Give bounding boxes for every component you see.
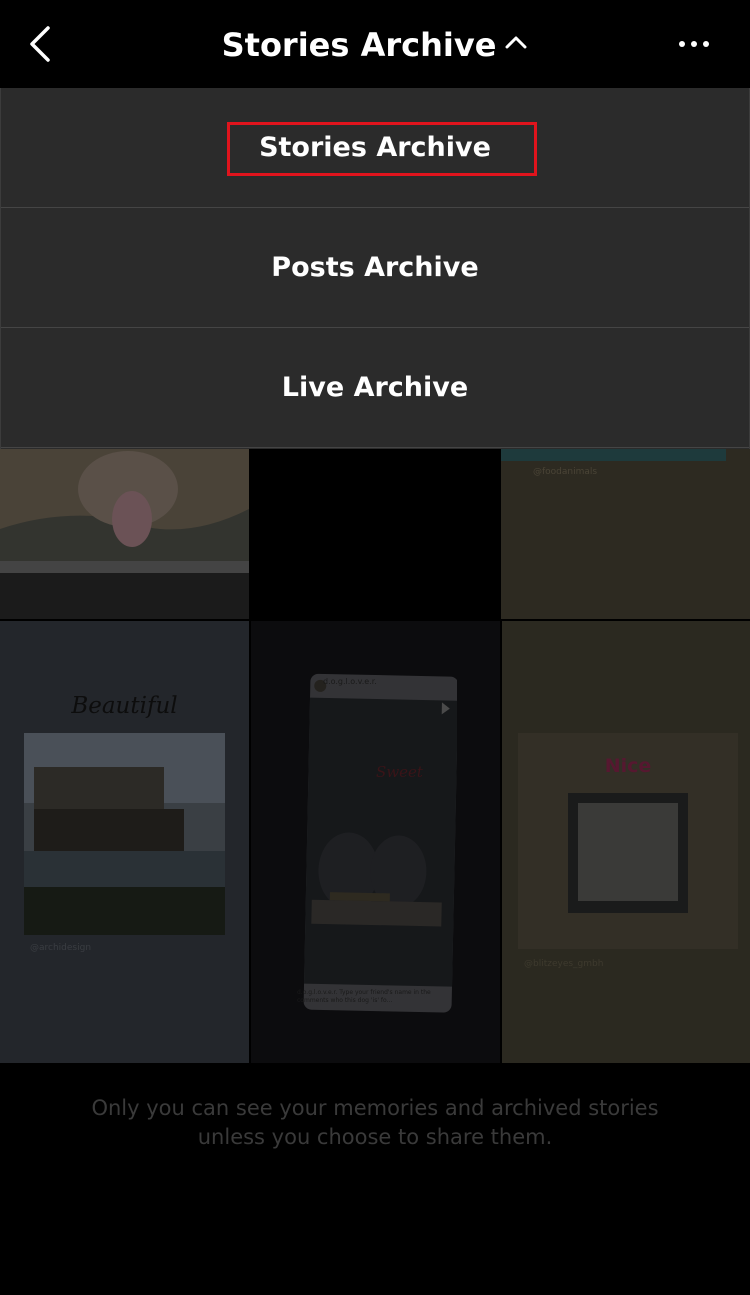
story-handle: @foodanimals — [533, 467, 598, 477]
story-tile-food[interactable]: @foodanimals — [501, 449, 750, 619]
story-handle: @blitzeyes_gmbh — [524, 959, 604, 969]
house-photo-thumbnail — [24, 733, 225, 935]
page-title: Stories Archive — [221, 26, 497, 64]
menu-item-label: Posts Archive — [271, 252, 479, 283]
image-strip — [501, 449, 726, 461]
privacy-note-line-2: unless you choose to share them. — [197, 1125, 553, 1149]
privacy-note: Only you can see your memories and archi… — [0, 1094, 750, 1152]
menu-item-label: Live Archive — [281, 372, 469, 403]
story-tile-dog-photo[interactable] — [0, 449, 249, 619]
story-tile-nice[interactable]: Nice @blitzeyes_gmbh — [502, 621, 750, 1063]
shared-post-thumbnail — [303, 673, 457, 1013]
chevron-up-icon — [505, 36, 527, 49]
menu-item-posts-archive[interactable]: Posts Archive — [1, 208, 749, 328]
story-tile-sweet[interactable]: d.o.g.l.o.v.e.r. Sweet d.o.g.l.o.v.e.r. … — [251, 621, 500, 1063]
selection-highlight-box — [227, 122, 537, 176]
more-horizontal-icon[interactable] — [678, 34, 710, 54]
story-title: Sweet — [376, 763, 423, 781]
story-title: Nice — [604, 755, 652, 777]
menu-item-live-archive[interactable]: Live Archive — [1, 328, 749, 448]
story-handle: @archidesign — [30, 943, 92, 953]
story-tile-dark[interactable] — [250, 449, 500, 619]
title-dropdown-toggle[interactable]: Stories Archive — [0, 22, 750, 68]
story-tile-beautiful[interactable]: Beautiful @archidesign — [0, 621, 249, 1063]
post-username: d.o.g.l.o.v.e.r. — [323, 677, 377, 686]
archive-type-menu: Stories Archive Posts Archive Live Archi… — [0, 88, 750, 449]
story-title: Beautiful — [71, 693, 178, 719]
dog-tongue-thumbnail — [0, 449, 249, 619]
story-grid: @foodanimals Beautiful @archidesign d.o.… — [0, 449, 750, 1064]
privacy-note-line-1: Only you can see your memories and archi… — [91, 1096, 659, 1120]
top-bar: Stories Archive — [0, 0, 750, 88]
post-caption: d.o.g.l.o.v.e.r. Type your friend's name… — [297, 989, 431, 1004]
